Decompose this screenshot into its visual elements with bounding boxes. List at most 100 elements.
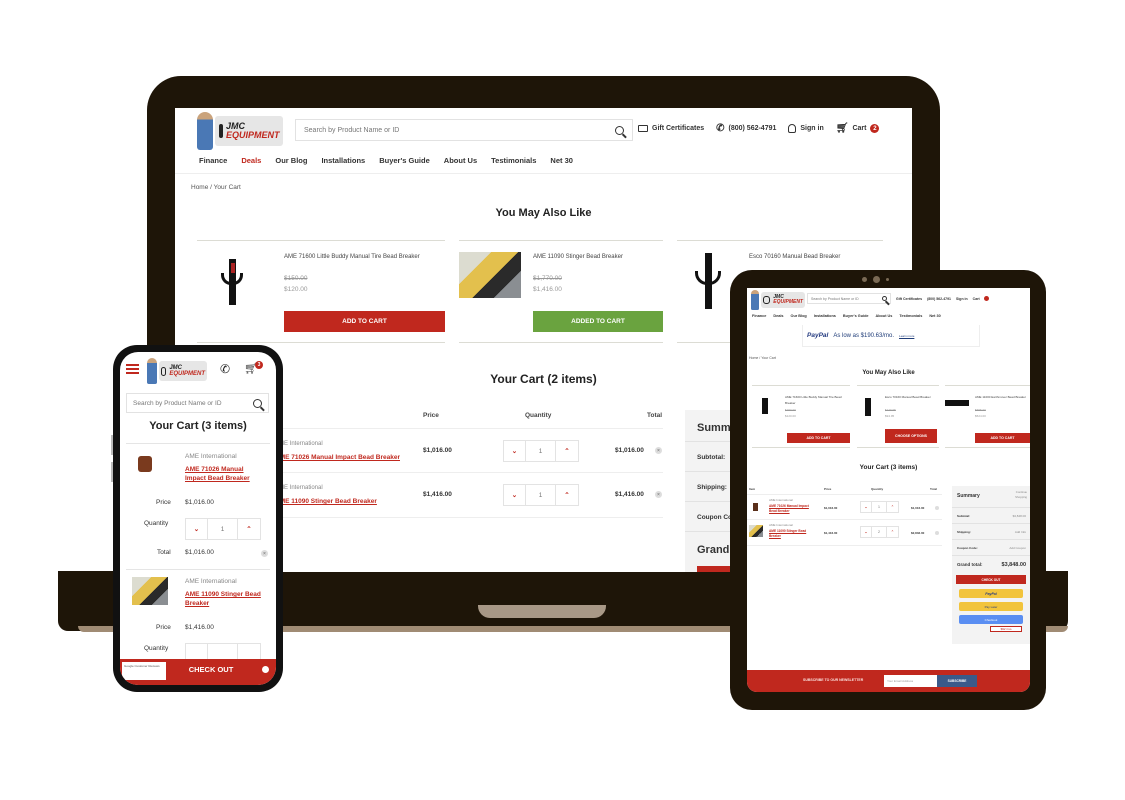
nav-finance[interactable]: Finance: [752, 314, 766, 318]
nav-our-blog[interactable]: Our Blog: [791, 314, 807, 318]
nav-installations[interactable]: Installations: [321, 156, 365, 165]
search-bar[interactable]: Search by Product Name or ID: [126, 393, 269, 413]
alt-checkout-button[interactable]: Checkout: [959, 615, 1023, 624]
nav-deals[interactable]: Deals: [241, 156, 261, 165]
product-image[interactable]: [865, 398, 871, 416]
nav-about-us[interactable]: About Us: [444, 156, 477, 165]
paypal-pay-later-button[interactable]: Pay Later: [959, 602, 1023, 611]
paypal-banner[interactable]: PayPal As low as $190.63/mo. Learn more: [802, 325, 980, 347]
nav-net-30[interactable]: Net 30: [550, 156, 573, 165]
product-name[interactable]: Esco 70160 Manual Bead Breaker: [749, 254, 840, 260]
add-to-cart-button[interactable]: ADD TO CART: [284, 311, 445, 332]
decrease-quantity-button[interactable]: ⌄: [504, 485, 526, 505]
search-bar[interactable]: Search by Product Name or ID: [295, 119, 633, 141]
increase-quantity-button[interactable]: ⌃: [887, 527, 898, 537]
sign-in-link[interactable]: Sign in: [788, 124, 824, 133]
item-name-link[interactable]: AME 11090 Stinger Bead Breaker: [769, 529, 813, 539]
increase-quantity-button[interactable]: ⌃: [556, 485, 578, 505]
product-image[interactable]: [693, 253, 723, 309]
nav-testimonials[interactable]: Testimonials: [491, 156, 536, 165]
site-logo[interactable]: JMC EQUIPMENT: [147, 358, 207, 384]
quantity-stepper[interactable]: ⌄ 1 ⌃: [503, 440, 579, 462]
remove-item-button[interactable]: ×: [261, 550, 268, 557]
shipping-add-info-link[interactable]: Add Info: [1015, 530, 1026, 534]
search-input[interactable]: Search by Product Name or ID: [304, 127, 615, 134]
item-name-link[interactable]: AME 71026 Manual Impact Bead Breaker: [275, 454, 400, 461]
paypal-learn-more[interactable]: Learn more: [899, 334, 914, 338]
increase-quantity-button[interactable]: ⌃: [238, 519, 260, 539]
quantity-stepper[interactable]: ⌄ 1 ⌃: [860, 501, 899, 513]
nav-about-us[interactable]: About Us: [876, 314, 893, 318]
gift-certificates-link[interactable]: Gift Certificates: [638, 125, 704, 132]
checkout-button[interactable]: CHECK OUT: [166, 659, 256, 679]
search-input[interactable]: Search by Product Name or ID: [811, 297, 882, 301]
product-name[interactable]: AME 11000 Earthmover Bead Breaker: [975, 394, 1027, 400]
sign-in-link[interactable]: Sign in: [956, 297, 968, 301]
item-name-link[interactable]: AME 11090 Stinger Bead Breaker: [185, 590, 270, 608]
add-to-cart-button[interactable]: ADD TO CART: [787, 433, 850, 443]
item-name-link[interactable]: AME 71026 Manual Impact Bead Breaker: [185, 465, 265, 483]
quantity-input[interactable]: 1: [526, 441, 556, 461]
increase-quantity-button[interactable]: ⌃: [556, 441, 578, 461]
nav-net-30[interactable]: Net 30: [929, 314, 940, 318]
remove-item-button[interactable]: [935, 531, 939, 535]
item-name-link[interactable]: AME 11090 Stinger Bead Breaker: [275, 498, 377, 505]
product-image[interactable]: [762, 398, 768, 414]
item-name-link[interactable]: AME 71026 Manual Impact Bead Breaker: [769, 504, 809, 514]
breadcrumb[interactable]: Home / Your Cart: [191, 184, 241, 191]
added-to-cart-button[interactable]: ADDED TO CART: [533, 311, 663, 332]
nav-finance[interactable]: Finance: [199, 156, 227, 165]
decrease-quantity-button[interactable]: ⌄: [186, 519, 208, 539]
nav-testimonials[interactable]: Testimonials: [899, 314, 922, 318]
product-image[interactable]: [219, 259, 245, 305]
paypal-button[interactable]: PayPal: [959, 589, 1023, 598]
quantity-input[interactable]: 1: [526, 485, 556, 505]
add-coupon-link[interactable]: Add Coupon: [1009, 546, 1026, 550]
add-to-cart-button[interactable]: ADD TO CART: [975, 433, 1030, 443]
search-icon[interactable]: [882, 296, 887, 301]
newsletter-email-input[interactable]: Your Email Address: [884, 675, 937, 687]
product-name[interactable]: AME 71600 Little Buddy Manual Tire Bead …: [284, 254, 420, 260]
quantity-stepper[interactable]: ⌄ 2 ⌃: [860, 526, 899, 538]
chat-icon[interactable]: [260, 664, 271, 675]
increase-quantity-button[interactable]: ⌃: [887, 502, 898, 512]
product-image[interactable]: [945, 400, 969, 406]
cart-link[interactable]: Cart: [973, 296, 989, 301]
search-icon[interactable]: [615, 125, 624, 135]
breadcrumb[interactable]: Home / Your Cart: [749, 356, 776, 360]
nav-installations[interactable]: Installations: [814, 314, 836, 318]
google-reviews-badge[interactable]: Google Customer Reviews: [122, 662, 166, 680]
search-bar[interactable]: Search by Product Name or ID: [807, 293, 891, 304]
nav-buyers-guide[interactable]: Buyer's Guide: [843, 314, 869, 318]
product-name[interactable]: Esco 70160 Manual Bead Breaker: [885, 394, 935, 400]
decrease-quantity-button[interactable]: ⌄: [861, 527, 872, 537]
remove-item-button[interactable]: [935, 506, 939, 510]
hamburger-menu-icon[interactable]: [126, 364, 139, 374]
product-image[interactable]: [132, 577, 168, 605]
search-icon[interactable]: [253, 398, 262, 408]
quantity-input[interactable]: 2: [872, 527, 887, 537]
nav-buyers-guide[interactable]: Buyer's Guide: [379, 156, 430, 165]
product-image[interactable]: [138, 456, 152, 472]
remove-item-button[interactable]: ×: [655, 491, 662, 498]
continue-shopping-link[interactable]: Continue Shopping: [1005, 490, 1027, 500]
nav-our-blog[interactable]: Our Blog: [275, 156, 307, 165]
product-name[interactable]: AME 71600 Little Buddy Manual Tire Bead …: [785, 394, 845, 406]
decrease-quantity-button[interactable]: ⌄: [861, 502, 872, 512]
phone-icon[interactable]: ✆: [220, 362, 230, 376]
cart-link[interactable]: 🛒︎ Cart 2: [836, 123, 880, 134]
quantity-input[interactable]: 1: [208, 519, 238, 539]
search-input[interactable]: Search by Product Name or ID: [133, 400, 253, 407]
quantity-stepper[interactable]: ⌄ 1 ⌃: [185, 518, 261, 540]
financing-badge[interactable]: $92 /mo: [990, 626, 1022, 632]
product-image[interactable]: [749, 525, 763, 537]
choose-options-button[interactable]: CHOOSE OPTIONS: [885, 429, 937, 443]
phone-link[interactable]: (800) 562-4791: [927, 297, 951, 301]
product-name[interactable]: AME 11090 Stinger Bead Breaker: [533, 254, 623, 260]
quantity-stepper[interactable]: ⌄ 1 ⌃: [503, 484, 579, 506]
phone-link[interactable]: ✆ (800) 562-4791: [716, 123, 776, 134]
product-image[interactable]: [459, 252, 521, 298]
checkout-button[interactable]: CHECK OUT: [956, 575, 1026, 584]
remove-item-button[interactable]: ×: [655, 447, 662, 454]
site-logo[interactable]: JMC EQUIPMENT: [197, 112, 283, 150]
